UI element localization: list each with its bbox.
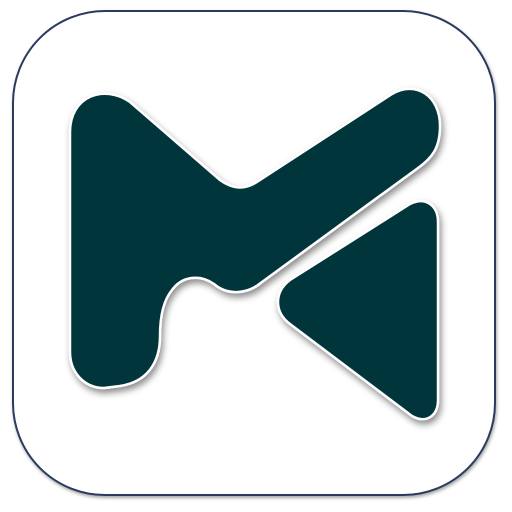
icon-stage — [0, 0, 512, 512]
app-logo-icon — [12, 10, 496, 496]
